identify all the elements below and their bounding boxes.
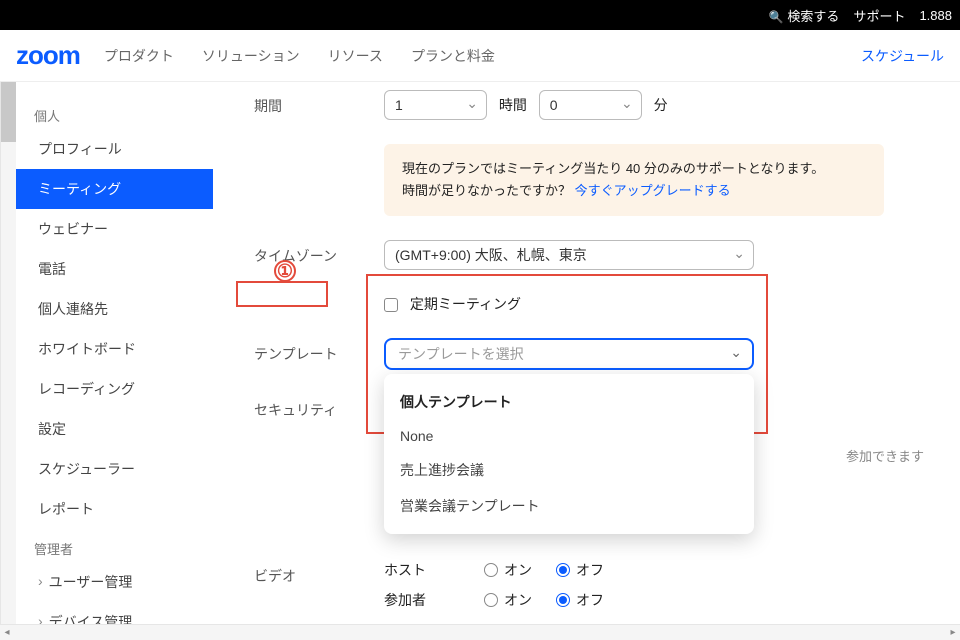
banner-line2-prefix: 時間が足りなかったですか？	[402, 183, 571, 198]
sidebar-item-settings[interactable]: 設定	[16, 409, 213, 449]
video-participant-label: 参加者	[384, 590, 484, 610]
video-host-label: ホスト	[384, 560, 484, 580]
annotation-marker-1: ①	[274, 260, 296, 282]
scroll-right-icon[interactable]: ▸	[946, 627, 960, 638]
nav-solutions[interactable]: ソリューション	[202, 46, 300, 66]
phone-number: 1.888	[919, 8, 952, 23]
participant-on-label: オン	[504, 590, 532, 610]
sidebar-admin-users[interactable]: ユーザー管理	[16, 562, 213, 602]
template-option-sales-progress[interactable]: 売上進捗会議	[384, 452, 754, 488]
support-link[interactable]: サポート	[853, 6, 905, 25]
nav-products[interactable]: プロダクト	[104, 46, 174, 66]
upgrade-link[interactable]: 今すぐアップグレードする	[575, 183, 731, 198]
sidebar-item-meeting[interactable]: ミーティング	[16, 169, 213, 209]
upgrade-banner: 現在のプランではミーティング当たり 40 分のみのサポートとなります。 時間が足…	[384, 144, 884, 216]
timezone-select[interactable]: (GMT+9:00) 大阪、札幌、東京	[384, 240, 754, 270]
host-off-radio[interactable]	[556, 563, 570, 577]
scroll-left-icon[interactable]: ◂	[0, 627, 14, 638]
minutes-suffix: 分	[654, 97, 668, 113]
host-on-label: オン	[504, 560, 532, 580]
sidebar-item-contacts[interactable]: 個人連絡先	[16, 289, 213, 329]
timezone-label: タイムゾーン	[254, 240, 384, 266]
duration-label: 期間	[254, 90, 384, 116]
video-label: ビデオ	[254, 560, 384, 586]
horizontal-scrollbar[interactable]: ◂ ▸	[0, 624, 960, 640]
utility-top-bar: 検索する サポート 1.888	[0, 0, 960, 30]
duration-minutes-select[interactable]: 0	[539, 90, 642, 120]
sidebar-item-webinar[interactable]: ウェビナー	[16, 209, 213, 249]
participant-off-label: オフ	[576, 590, 604, 610]
duration-hours-select[interactable]: 1	[384, 90, 487, 120]
main-nav: zoom プロダクト ソリューション リソース プランと料金 スケジュール	[0, 30, 960, 82]
template-placeholder: テンプレートを選択	[398, 344, 524, 364]
security-note: 参加できます	[846, 446, 924, 465]
template-label: テンプレート	[254, 338, 384, 364]
sidebar-item-report[interactable]: レポート	[16, 489, 213, 529]
host-on-radio[interactable]	[484, 563, 498, 577]
nav-plans[interactable]: プランと料金	[411, 46, 495, 66]
template-dropdown-header: 個人テンプレート	[384, 384, 754, 420]
template-option-none[interactable]: None	[384, 420, 754, 452]
hours-suffix: 時間	[499, 97, 527, 113]
main-content: 期間 1 時間 0 分 現在のプランではミーティング当たり 40 分のみのサポー…	[214, 82, 960, 640]
scroll-thumb[interactable]	[1, 82, 16, 142]
search-link[interactable]: 検索する	[768, 6, 839, 25]
template-dropdown: 個人テンプレート None 売上進捗会議 営業会議テンプレート	[384, 374, 754, 534]
sidebar-section-personal: 個人	[16, 102, 213, 129]
template-option-sales-meeting[interactable]: 営業会議テンプレート	[384, 488, 754, 524]
zoom-logo[interactable]: zoom	[16, 40, 80, 71]
participant-on-radio[interactable]	[484, 593, 498, 607]
template-select[interactable]: テンプレートを選択	[384, 338, 754, 370]
sidebar-item-scheduler[interactable]: スケジューラー	[16, 449, 213, 489]
host-off-label: オフ	[576, 560, 604, 580]
annotation-box-label	[236, 281, 328, 307]
security-label: セキュリティ	[254, 394, 384, 420]
sidebar-scrollbar[interactable]: ▴ ▾	[0, 82, 16, 640]
sidebar-section-admin: 管理者	[16, 535, 213, 562]
participant-off-radio[interactable]	[556, 593, 570, 607]
sidebar-item-phone[interactable]: 電話	[16, 249, 213, 289]
sidebar-item-profile[interactable]: プロフィール	[16, 129, 213, 169]
sidebar: 個人 プロフィール ミーティング ウェビナー 電話 個人連絡先 ホワイトボード …	[16, 82, 214, 640]
sidebar-item-whiteboard[interactable]: ホワイトボード	[16, 329, 213, 369]
nav-schedule[interactable]: スケジュール	[861, 46, 944, 66]
banner-line1: 現在のプランではミーティング当たり 40 分のみのサポートとなります。	[402, 158, 866, 180]
sidebar-item-recording[interactable]: レコーディング	[16, 369, 213, 409]
nav-resources[interactable]: リソース	[328, 46, 383, 66]
